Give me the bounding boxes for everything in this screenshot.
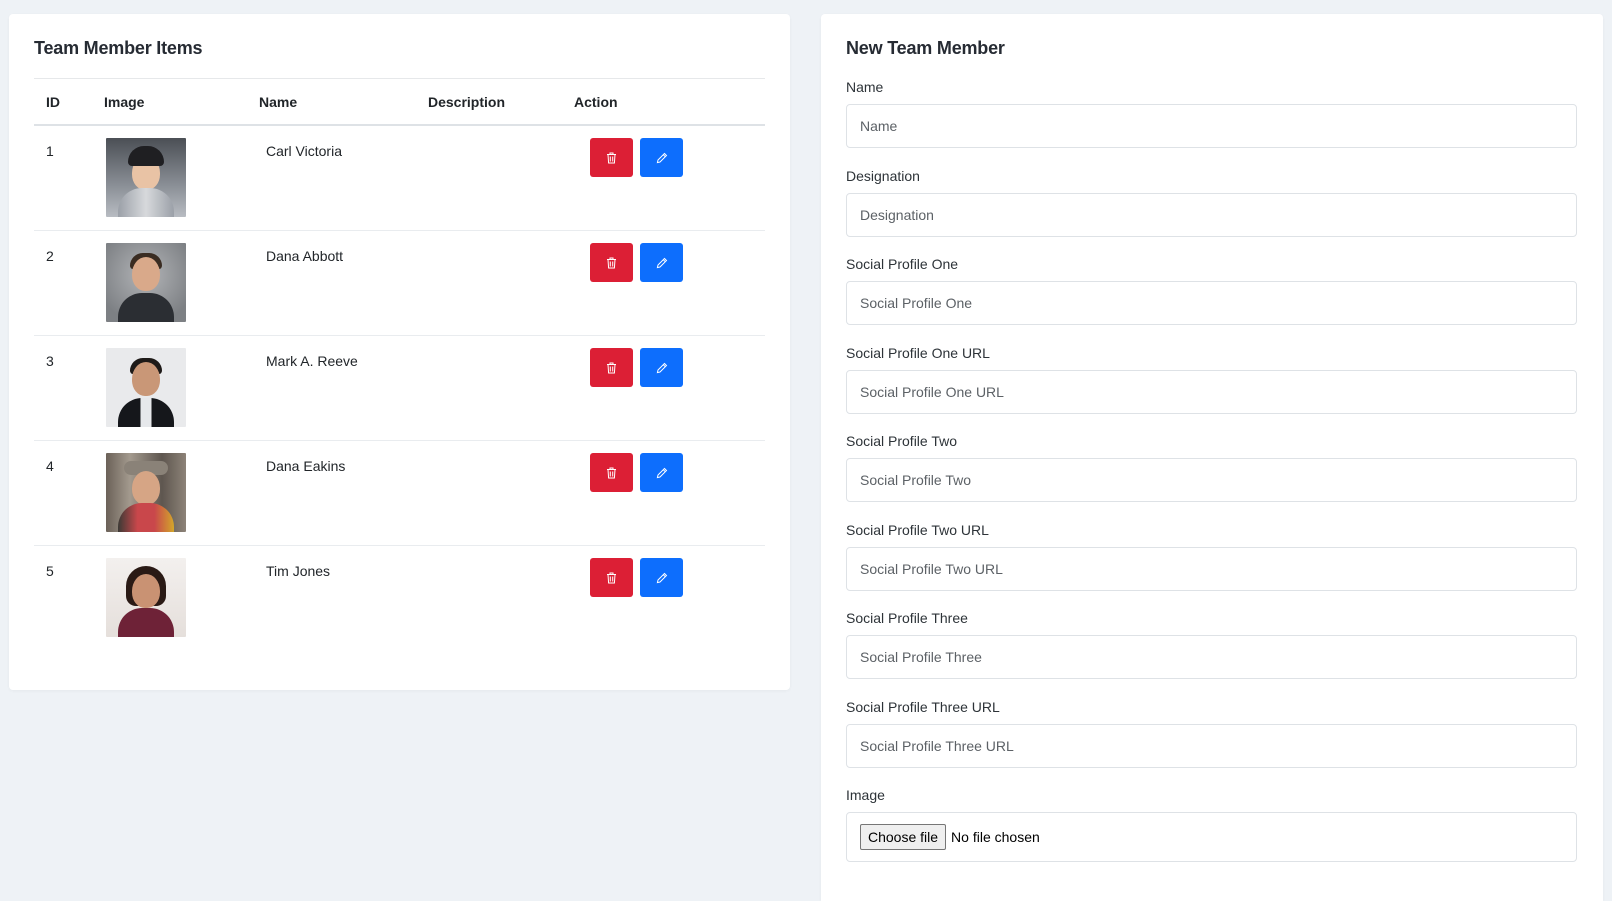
column-header-image: Image: [104, 94, 145, 110]
trash-icon: [607, 257, 616, 268]
member-photo: [106, 138, 186, 217]
member-name: Tim Jones: [266, 563, 331, 579]
member-photo: [106, 243, 186, 322]
delete-button[interactable]: [590, 453, 633, 492]
social-profile-three-input[interactable]: [846, 635, 1577, 679]
member-photo: [106, 453, 186, 532]
member-name: Mark A. Reeve: [266, 353, 358, 369]
designation-label: Designation: [846, 167, 920, 184]
woman-writing-photo: [106, 558, 186, 637]
social-profile-three-label: Social Profile Three: [846, 610, 968, 626]
form-group-social-one-url: Social Profile One URL: [846, 342, 1577, 431]
row-id: 5: [46, 563, 54, 579]
man-with-hat-photo: [106, 453, 186, 532]
row-id: 1: [46, 143, 54, 159]
new-team-member-form: Name Designation Social Profile One Soci…: [846, 76, 1577, 873]
form-group-name: Name: [846, 76, 1577, 165]
name-input[interactable]: [846, 104, 1577, 148]
member-photo: [106, 348, 186, 427]
table-row: 3 Mark A. Reeve: [34, 336, 765, 441]
team-member-list-card: Team Member Items ID Image Name Descript…: [9, 14, 790, 690]
member-name: Carl Victoria: [266, 143, 342, 159]
pencil-icon: [656, 152, 667, 163]
social-profile-two-label: Social Profile Two: [846, 433, 958, 449]
delete-button[interactable]: [590, 558, 633, 597]
delete-button[interactable]: [590, 138, 633, 177]
pencil-icon: [656, 257, 667, 268]
trash-icon: [607, 362, 616, 373]
image-label: Image: [846, 787, 885, 803]
man-with-glasses-photo: [106, 243, 186, 322]
delete-button[interactable]: [590, 348, 633, 387]
table-header: ID Image Name Description Action: [34, 79, 765, 126]
social-profile-two-url-input[interactable]: [846, 546, 1577, 591]
edit-button[interactable]: [640, 558, 683, 597]
row-id: 4: [46, 458, 54, 474]
row-id: 3: [46, 353, 54, 369]
row-actions: [590, 348, 683, 387]
name-label: Name: [846, 79, 884, 95]
form-group-designation: Designation: [846, 165, 1577, 254]
pencil-icon: [656, 362, 667, 373]
social-profile-two-input[interactable]: [846, 458, 1577, 502]
form-group-image: Image Choose file No file chosen: [846, 784, 1577, 873]
social-profile-three-url-label: Social Profile Three URL: [846, 698, 1000, 715]
row-actions: [590, 558, 683, 597]
form-group-social-two-url: Social Profile Two URL: [846, 519, 1577, 608]
trash-icon: [607, 152, 616, 163]
social-profile-three-url-input[interactable]: [846, 723, 1577, 768]
table-row: 2 Dana Abbott: [34, 231, 765, 336]
edit-button[interactable]: [640, 243, 683, 282]
trash-icon: [607, 467, 616, 478]
member-name: Dana Eakins: [266, 458, 346, 474]
delete-button[interactable]: [590, 243, 633, 282]
table-row: 1 Carl Victoria: [34, 126, 765, 231]
row-id: 2: [46, 248, 54, 264]
form-group-social-one: Social Profile One: [846, 253, 1577, 342]
image-file-input[interactable]: Choose file No file chosen: [846, 812, 1577, 862]
social-profile-two-url-label: Social Profile Two URL: [846, 521, 989, 538]
new-team-member-card: New Team Member Name Designation Social …: [821, 14, 1603, 901]
column-header-id: ID: [46, 94, 60, 110]
edit-button[interactable]: [640, 138, 683, 177]
table-row: 4 Dana Eakins: [34, 441, 765, 546]
form-group-social-three: Social Profile Three: [846, 607, 1577, 696]
list-title: Team Member Items: [34, 38, 203, 58]
form-title: New Team Member: [846, 38, 1005, 58]
social-profile-one-label: Social Profile One: [846, 256, 959, 272]
woman-in-beanie-photo: [106, 138, 186, 217]
designation-input[interactable]: [846, 192, 1577, 237]
man-in-suit-photo: [106, 348, 186, 427]
member-name: Dana Abbott: [266, 248, 344, 264]
file-status-text: No file chosen: [951, 829, 1040, 845]
member-photo: [106, 558, 186, 637]
row-actions: [590, 243, 683, 282]
team-member-table: ID Image Name Description Action 1 Carl …: [34, 78, 765, 651]
table-row: 5 Tim Jones: [34, 546, 765, 651]
row-actions: [590, 138, 683, 177]
trash-icon: [607, 572, 616, 583]
edit-button[interactable]: [640, 348, 683, 387]
pencil-icon: [656, 467, 667, 478]
choose-file-button[interactable]: Choose file: [860, 824, 947, 850]
column-header-description: Description: [428, 94, 506, 110]
column-header-action: Action: [574, 94, 618, 110]
form-group-social-two: Social Profile Two: [846, 430, 1577, 519]
social-profile-one-url-input[interactable]: [846, 369, 1577, 414]
form-group-social-three-url: Social Profile Three URL: [846, 696, 1577, 785]
edit-button[interactable]: [640, 453, 683, 492]
row-actions: [590, 453, 683, 492]
social-profile-one-url-label: Social Profile One URL: [846, 344, 990, 361]
social-profile-one-input[interactable]: [846, 281, 1577, 325]
pencil-icon: [656, 572, 667, 583]
column-header-name: Name: [259, 94, 298, 110]
